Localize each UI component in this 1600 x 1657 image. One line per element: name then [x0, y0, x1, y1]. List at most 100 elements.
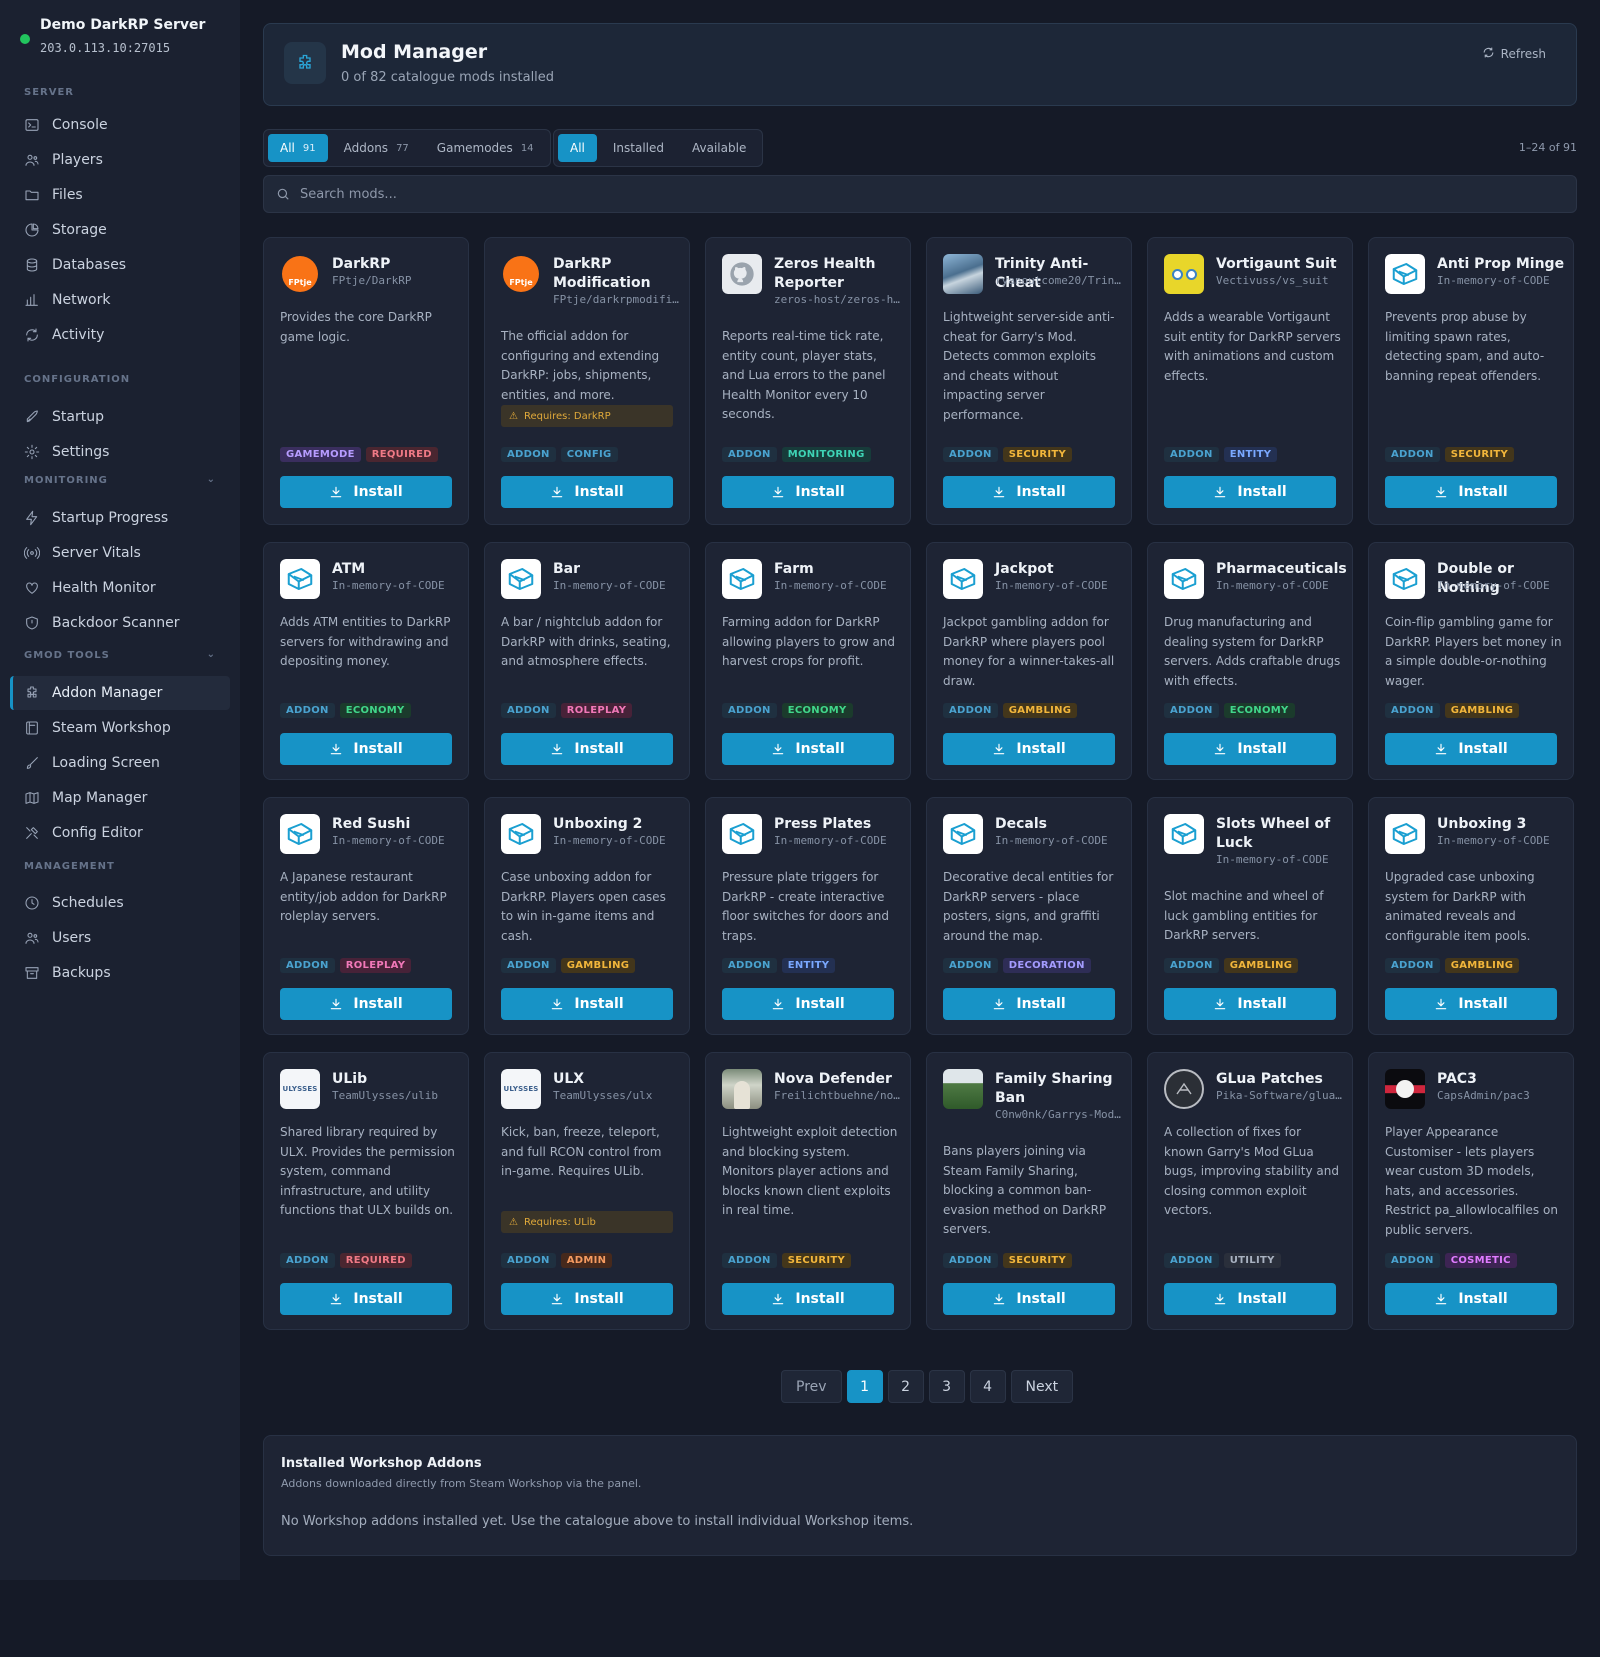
install-button[interactable]: Install: [501, 1283, 673, 1315]
tab-type-all[interactable]: All 91: [268, 134, 328, 162]
sidebar-item-server-vitals[interactable]: Server Vitals: [10, 536, 230, 570]
sidebar-item-loading-screen[interactable]: Loading Screen: [10, 746, 230, 780]
mod-description: Kick, ban, freeze, teleport, and full RC…: [501, 1125, 662, 1178]
mod-repo: zeros-host/zeros-health: [774, 293, 904, 306]
download-icon: [550, 742, 564, 756]
sidebar-item-files[interactable]: Files: [10, 178, 230, 212]
sidebar-item-health-monitor[interactable]: Health Monitor: [10, 571, 230, 605]
tab-status-all[interactable]: All: [558, 134, 597, 162]
install-button[interactable]: Install: [943, 1283, 1115, 1315]
mod-tag: ADDON: [722, 1253, 777, 1268]
mod-card: ULYSSES ULX TeamUlysses/ulx Kick, ban, free…: [484, 1052, 690, 1330]
install-button[interactable]: Install: [1164, 733, 1336, 765]
mod-tag: ADDON: [280, 703, 335, 718]
next-page-button[interactable]: Next: [1010, 1370, 1074, 1403]
install-button[interactable]: Install: [1385, 988, 1557, 1020]
install-button[interactable]: Install: [1385, 1283, 1557, 1315]
sidebar-item-backdoor-scanner[interactable]: Backdoor Scanner: [10, 606, 230, 640]
sidebar-item-steam-workshop[interactable]: Steam Workshop: [10, 711, 230, 745]
mod-tags: ADDON SECURITY: [943, 447, 1073, 462]
mod-description: A collection of fixes for known Garry's …: [1164, 1125, 1339, 1217]
install-button[interactable]: Install: [1385, 733, 1557, 765]
install-button[interactable]: Install: [722, 476, 894, 508]
sidebar-item-label: Network: [52, 292, 111, 308]
sidebar-item-backups[interactable]: Backups: [10, 956, 230, 990]
sidebar-item-map-manager[interactable]: Map Manager: [10, 781, 230, 815]
refresh-button[interactable]: Refresh: [1482, 46, 1546, 62]
sidebar-item-console[interactable]: Console: [10, 108, 230, 142]
mod-tags: ADDON DECORATION: [943, 958, 1091, 973]
workshop-addons-panel: Installed Workshop Addons Addons downloa…: [263, 1435, 1577, 1556]
install-label: Install: [795, 996, 845, 1012]
sidebar-item-schedules[interactable]: Schedules: [10, 886, 230, 920]
mod-tag: REQUIRED: [365, 447, 438, 462]
search-bar: [263, 175, 1577, 213]
mod-tag: GAMBLING: [560, 958, 636, 973]
mod-thumbnail: [1164, 814, 1204, 854]
sidebar-item-startup-progress[interactable]: Startup Progress: [10, 501, 230, 535]
install-button[interactable]: Install: [280, 476, 452, 508]
sidebar-item-activity[interactable]: Activity: [10, 318, 230, 352]
install-button[interactable]: Install: [280, 988, 452, 1020]
sidebar-item-settings[interactable]: Settings: [10, 435, 230, 469]
install-button[interactable]: Install: [943, 988, 1115, 1020]
tab-status-installed[interactable]: Installed: [601, 134, 676, 162]
tab-status-available[interactable]: Available: [680, 134, 758, 162]
mod-description: Case unboxing addon for DarkRP. Players …: [501, 870, 666, 943]
mod-card: FPtje DarkRP Modification FPtje/darkrpmodi…: [484, 237, 690, 525]
install-button[interactable]: Install: [1164, 476, 1336, 508]
sidebar-item-addon-manager[interactable]: Addon Manager: [10, 676, 230, 710]
mod-name: Pharmaceuticals: [1216, 561, 1347, 577]
mod-name: ULib: [332, 1071, 368, 1087]
mod-thumbnail: [722, 254, 762, 294]
install-button[interactable]: Install: [501, 733, 673, 765]
page-button-4[interactable]: 4: [969, 1370, 1006, 1403]
sidebar-item-startup[interactable]: Startup: [10, 400, 230, 434]
install-button[interactable]: Install: [501, 476, 673, 508]
install-button[interactable]: Install: [722, 988, 894, 1020]
sidebar-item-users[interactable]: Users: [10, 921, 230, 955]
install-button[interactable]: Install: [1164, 988, 1336, 1020]
mod-name: PAC3: [1437, 1071, 1477, 1087]
sidebar-item-network[interactable]: Network: [10, 283, 230, 317]
mod-thumbnail: [1164, 559, 1204, 599]
install-button[interactable]: Install: [1164, 1283, 1336, 1315]
server-address: 203.0.113.10:27015: [40, 41, 171, 55]
mod-tag: ENTITY: [1223, 447, 1278, 462]
install-button[interactable]: Install: [1385, 476, 1557, 508]
install-button[interactable]: Install: [722, 733, 894, 765]
tab-type-addons[interactable]: Addons 77: [332, 134, 421, 162]
sidebar-item-databases[interactable]: Databases: [10, 248, 230, 282]
install-button[interactable]: Install: [943, 733, 1115, 765]
download-icon: [771, 997, 785, 1011]
page-button-1[interactable]: 1: [846, 1370, 883, 1403]
nav-section-monitoring[interactable]: MONITORING ⌄: [24, 474, 216, 486]
install-button[interactable]: Install: [501, 988, 673, 1020]
install-button[interactable]: Install: [280, 1283, 452, 1315]
prev-page-button[interactable]: Prev: [781, 1370, 842, 1403]
folder-icon: [24, 187, 40, 203]
sidebar-item-players[interactable]: Players: [10, 143, 230, 177]
page-button-2[interactable]: 2: [887, 1370, 924, 1403]
mod-thumbnail: [722, 1069, 762, 1109]
mod-description: Slot machine and wheel of luck gambling …: [1164, 889, 1324, 942]
warning-icon: ⚠: [509, 1216, 518, 1228]
install-label: Install: [1237, 996, 1287, 1012]
sidebar-item-label: Startup Progress: [52, 510, 169, 526]
nav-section-gmod-tools[interactable]: GMOD TOOLS ⌄: [24, 649, 216, 661]
install-button[interactable]: Install: [943, 476, 1115, 508]
download-icon: [329, 997, 343, 1011]
mod-thumbnail: [501, 814, 541, 854]
mod-card: GLua Patches Pika-Software/glua-patches A …: [1147, 1052, 1353, 1330]
mod-card: Double or Nothing In-memory-of-CODE Coin-f…: [1368, 542, 1574, 780]
sidebar-item-storage[interactable]: Storage: [10, 213, 230, 247]
search-input[interactable]: [300, 186, 1500, 202]
install-button[interactable]: Install: [280, 733, 452, 765]
nav-section-server: SERVER: [24, 87, 216, 98]
mod-repo: In-memory-of-CODE: [1437, 834, 1550, 847]
install-button[interactable]: Install: [722, 1283, 894, 1315]
tab-type-gamemodes[interactable]: Gamemodes 14: [425, 134, 546, 162]
mod-description: Lightweight exploit detection and blocki…: [722, 1125, 898, 1217]
page-button-3[interactable]: 3: [928, 1370, 965, 1403]
sidebar-item-config-editor[interactable]: Config Editor: [10, 816, 230, 850]
